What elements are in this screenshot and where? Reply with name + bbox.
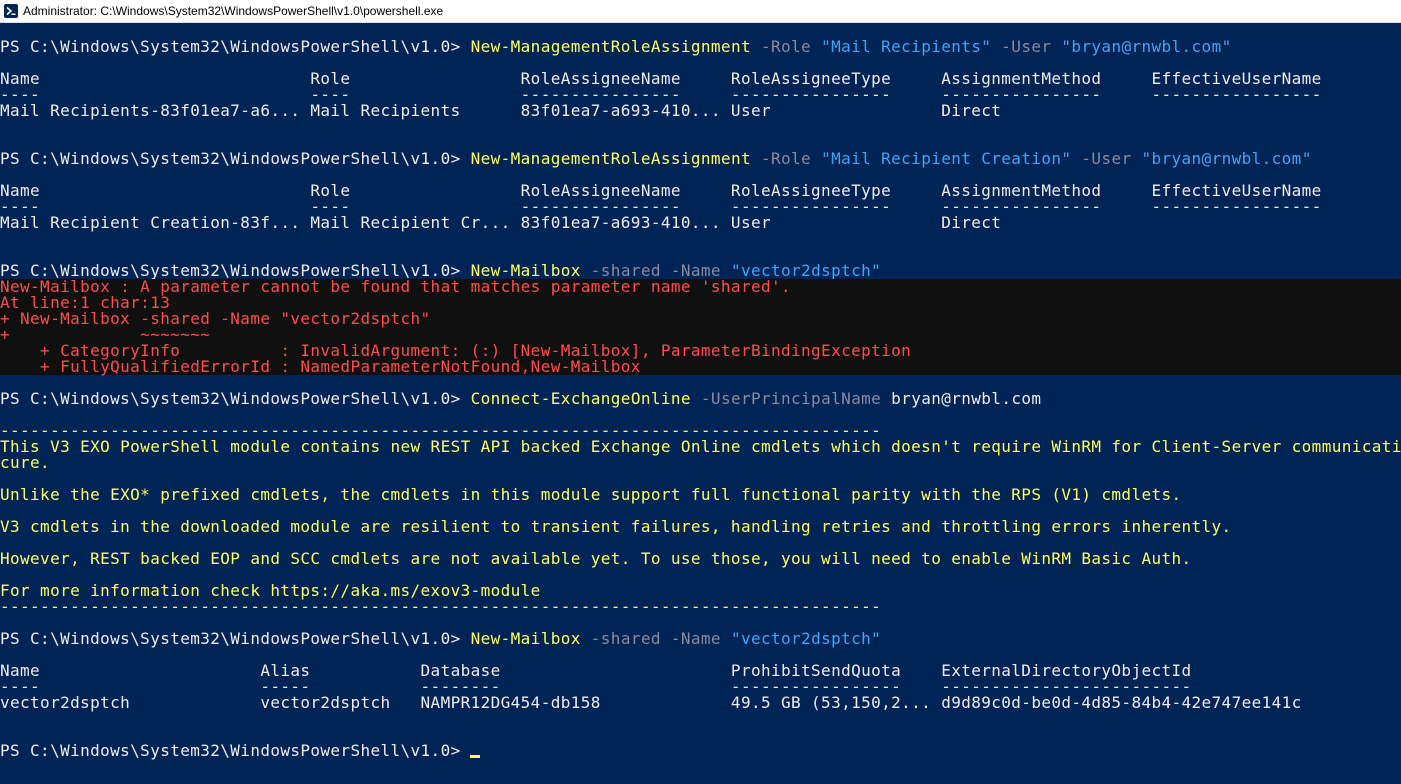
string-argument: "Mail Recipients" [821, 37, 992, 56]
string-argument: "vector2dsptch" [730, 629, 882, 648]
banner-line: cure. [0, 453, 51, 472]
table-row: Mail Recipient Creation-83f... Mail Reci… [0, 213, 1002, 232]
cmdlet-name: New-Mailbox [470, 629, 581, 648]
error-id: + FullyQualifiedErrorId : NamedParameter… [0, 357, 641, 376]
cmdlet-name: New-ManagementRoleAssignment [470, 149, 751, 168]
banner-line: However, REST backed EOP and SCC cmdlets… [0, 549, 1192, 568]
cmdlet-name: Connect-ExchangeOnline [470, 389, 691, 408]
powershell-window: Administrator: C:\Windows\System32\Windo… [0, 0, 1401, 784]
parameter: -User [991, 37, 1062, 56]
text-cursor [470, 755, 480, 758]
prompt: PS C:\Windows\System32\WindowsPowerShell… [0, 389, 471, 408]
banner-rule: ----------------------------------------… [0, 597, 882, 616]
title-bar[interactable]: Administrator: C:\Windows\System32\Windo… [0, 0, 1401, 23]
cmdlet-name: New-ManagementRoleAssignment [470, 37, 751, 56]
prompt: PS C:\Windows\System32\WindowsPowerShell… [0, 37, 471, 56]
window-title: Administrator: C:\Windows\System32\Windo… [23, 4, 444, 18]
parameter: -UserPrincipalName [690, 389, 892, 408]
argument: bryan@rnwbl.com [891, 389, 1042, 408]
command-line: PS C:\Windows\System32\WindowsPowerShell… [0, 391, 1041, 407]
prompt: PS C:\Windows\System32\WindowsPowerShell… [0, 629, 471, 648]
command-line: PS C:\Windows\System32\WindowsPowerShell… [0, 39, 1232, 55]
string-argument: "bryan@rnwbl.com" [1061, 37, 1232, 56]
parameter: -Role [750, 37, 822, 56]
console-output[interactable]: PS C:\Windows\System32\WindowsPowerShell… [0, 23, 1401, 784]
parameter: -User [1071, 149, 1142, 168]
table-row: vector2dsptch vector2dsptch NAMPR12DG454… [0, 693, 1302, 712]
banner-line: Unlike the EXO* prefixed cmdlets, the cm… [0, 485, 1182, 504]
parameter: -Role [750, 149, 822, 168]
prompt: PS C:\Windows\System32\WindowsPowerShell… [0, 741, 471, 760]
command-line: PS C:\Windows\System32\WindowsPowerShell… [0, 631, 881, 647]
error-record: New-Mailbox : A parameter cannot be foun… [0, 279, 1401, 375]
table-row: Mail Recipients-83f01ea7-a6... Mail Reci… [0, 101, 1002, 120]
string-argument: "bryan@rnwbl.com" [1141, 149, 1312, 168]
string-argument: "Mail Recipient Creation" [821, 149, 1072, 168]
prompt: PS C:\Windows\System32\WindowsPowerShell… [0, 149, 471, 168]
command-line: PS C:\Windows\System32\WindowsPowerShell… [0, 151, 1312, 167]
powershell-icon [4, 4, 18, 18]
banner-line: This V3 EXO PowerShell module contains n… [0, 437, 1401, 456]
parameter: -shared -Name [580, 629, 731, 648]
banner-line: V3 cmdlets in the downloaded module are … [0, 517, 1232, 536]
input-line[interactable]: PS C:\Windows\System32\WindowsPowerShell… [0, 743, 471, 759]
